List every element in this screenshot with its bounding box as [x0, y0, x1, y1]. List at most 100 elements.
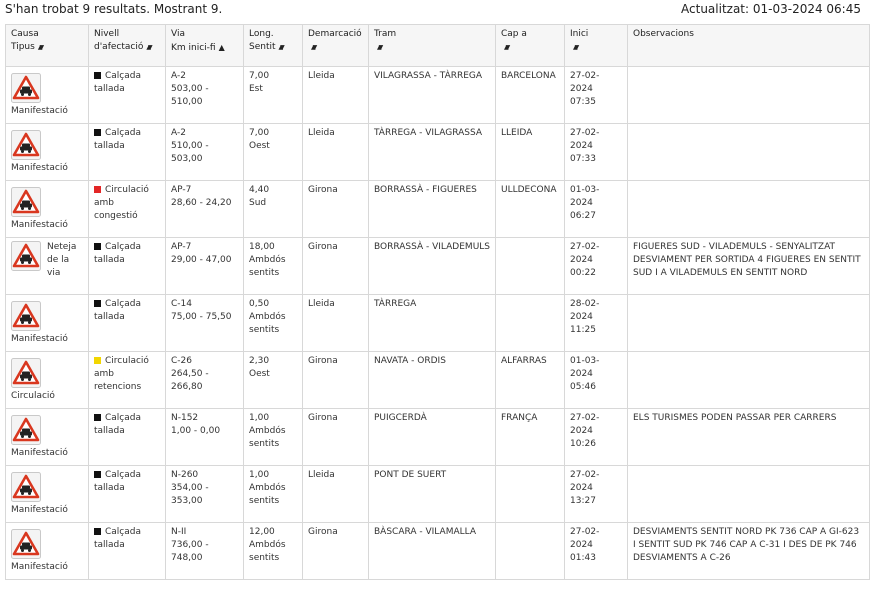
- road-name: AP-7: [171, 242, 192, 252]
- column-header-towards[interactable]: Cap a ▲▼: [495, 24, 565, 67]
- table-row[interactable]: Manifestació Calçada tallada N-260 354,00 - 3…: [5, 465, 870, 523]
- cell-length: 4,40 Sud: [243, 180, 303, 238]
- column-header-label: Nivell: [94, 29, 120, 39]
- sort-both-icon[interactable]: ▲▼: [311, 41, 317, 54]
- cell-start: 01-03-2024 05:46: [564, 351, 628, 409]
- cell-cause: Neteja de la via: [5, 237, 89, 295]
- direction: Oest: [249, 141, 270, 151]
- cell-observations: ELS TURISMES PODEN PASSAR PER CARRERS: [627, 408, 870, 466]
- cause-label: Circulació: [11, 391, 55, 401]
- cell-road: A-2 510,00 - 503,00: [165, 123, 244, 181]
- column-header-start[interactable]: Inici ▲▼: [564, 24, 628, 67]
- level-text: tallada: [94, 312, 125, 322]
- table-row[interactable]: Manifestació Calçada tallada N-II 736,00 - 74…: [5, 522, 870, 580]
- cause-label: Manifestació: [11, 220, 68, 230]
- table-row[interactable]: Manifestació Calçada tallada C-14 75,00 - 75…: [5, 294, 870, 352]
- level-line: Calçada: [94, 70, 160, 83]
- direction: Ambdós: [249, 255, 286, 265]
- level-text: tallada: [94, 255, 125, 265]
- cause-label: Manifestació: [11, 163, 68, 173]
- sort-ascending-icon[interactable]: ▲: [219, 41, 225, 54]
- length-value: 7,00: [249, 128, 270, 138]
- cell-start: 27-02-2024 07:35: [564, 66, 628, 124]
- direction: Ambdós: [249, 483, 286, 493]
- direction: sentits: [249, 325, 280, 335]
- cell-road: N-260 354,00 - 353,00: [165, 465, 244, 523]
- cell-towards: [495, 237, 565, 295]
- table-row[interactable]: Manifestació Circulació amb congestió AP-7 2…: [5, 180, 870, 238]
- table-row[interactable]: Circulació Circulació amb retencions C-26 264…: [5, 351, 870, 409]
- level-square-icon: [94, 129, 101, 136]
- level-square-icon: [94, 300, 101, 307]
- sort-both-icon[interactable]: ▲▼: [146, 41, 152, 54]
- level-text: Calçada: [105, 470, 141, 480]
- column-header-sublabel: Km inici-fi ▲: [171, 41, 238, 55]
- column-header-section[interactable]: Tram ▲▼: [368, 24, 496, 67]
- column-header-sublabel: Tipus ▲▼: [11, 41, 83, 54]
- level-text: tallada: [94, 540, 125, 550]
- cell-start: 27-02-2024 13:27: [564, 465, 628, 523]
- cell-start: 27-02-2024 10:26: [564, 408, 628, 466]
- column-header-sublabel: ▲▼: [570, 41, 622, 54]
- cause-label: Manifestació: [11, 334, 68, 344]
- cell-length: 12,00 Ambdós sentits: [243, 522, 303, 580]
- cell-length: 1,00 Ambdós sentits: [243, 408, 303, 466]
- cell-district: Girona: [302, 237, 369, 295]
- column-header-level[interactable]: Nivell d'afectació ▲▼: [88, 24, 166, 67]
- table-row[interactable]: Manifestació Calçada tallada A-2 510,00 - 503…: [5, 123, 870, 181]
- sort-both-icon[interactable]: ▲▼: [38, 41, 44, 54]
- cell-level: Circulació amb retencions: [88, 351, 166, 409]
- road-name: A-2: [171, 71, 186, 81]
- start-time: 00:22: [570, 268, 596, 278]
- sort-both-icon[interactable]: ▲▼: [377, 41, 383, 54]
- cell-district: Lleida: [302, 465, 369, 523]
- traffic-warning-sign-icon: [11, 241, 41, 271]
- table-row[interactable]: Manifestació Calçada tallada A-2 503,00 - 510…: [5, 66, 870, 124]
- column-header-length[interactable]: Long. Sentit ▲▼: [243, 24, 303, 67]
- cell-section: VILAGRASSA - TÀRREGA: [368, 66, 496, 124]
- start-time: 05:46: [570, 382, 596, 392]
- km-range: 736,00 -: [171, 540, 209, 550]
- column-header-cause[interactable]: Causa Tipus ▲▼: [5, 24, 89, 67]
- cell-start: 27-02-2024 00:22: [564, 237, 628, 295]
- cell-level: Calçada tallada: [88, 408, 166, 466]
- column-header-sublabel-text: Tipus: [11, 42, 35, 52]
- sort-both-icon[interactable]: ▲▼: [279, 41, 285, 54]
- cell-towards: [495, 294, 565, 352]
- level-line: Calçada: [94, 469, 160, 482]
- table-row[interactable]: Manifestació Calçada tallada N-152 1,00 - 0,…: [5, 408, 870, 466]
- cell-length: 18,00 Ambdós sentits: [243, 237, 303, 295]
- cell-length: 7,00 Est: [243, 66, 303, 124]
- column-header-label: Long.: [249, 29, 274, 39]
- sort-both-icon[interactable]: ▲▼: [573, 41, 579, 54]
- table-row[interactable]: Neteja de la via Calçada tallada AP-7 29,00 …: [5, 237, 870, 295]
- level-text: Calçada: [105, 527, 141, 537]
- level-text: Calçada: [105, 299, 141, 309]
- start-time: 13:27: [570, 496, 596, 506]
- sort-both-icon[interactable]: ▲▼: [504, 41, 510, 54]
- cell-level: Circulació amb congestió: [88, 180, 166, 238]
- results-header: S'han trobat 9 resultats. Mostrant 9. Ac…: [0, 0, 875, 24]
- cell-road: C-26 264,50 - 266,80: [165, 351, 244, 409]
- cause-label: Neteja de la via: [47, 242, 77, 278]
- km-range: 264,50 -: [171, 369, 209, 379]
- column-header-district[interactable]: Demarcació ▲▼: [302, 24, 369, 67]
- cell-towards: [495, 522, 565, 580]
- level-text: tallada: [94, 483, 125, 493]
- column-header-sublabel-text: Km inici-fi: [171, 43, 216, 53]
- column-header-road[interactable]: Via Km inici-fi ▲: [165, 24, 244, 67]
- start-time: 10:26: [570, 439, 596, 449]
- start-date: 27-02-2024: [570, 470, 600, 493]
- cause-wrap: Manifestació: [11, 184, 83, 232]
- column-header-sublabel-text: d'afectació: [94, 42, 144, 52]
- cell-level: Calçada tallada: [88, 522, 166, 580]
- level-text: Calçada: [105, 128, 141, 138]
- cell-towards: [495, 465, 565, 523]
- cell-section: BORRASSÀ - VILADEMULS: [368, 237, 496, 295]
- km-range: 266,80: [171, 382, 203, 392]
- cell-district: Girona: [302, 408, 369, 466]
- start-date: 27-02-2024: [570, 71, 600, 94]
- traffic-warning-sign-icon: [11, 73, 41, 103]
- traffic-warning-sign-icon: [11, 187, 41, 217]
- start-date: 28-02-2024: [570, 299, 600, 322]
